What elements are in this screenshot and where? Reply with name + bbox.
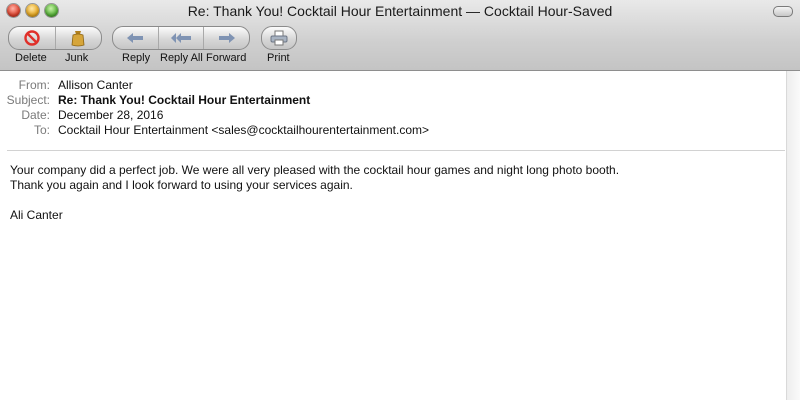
body-line-2: Thank you again and I look forward to us… bbox=[10, 178, 353, 192]
message-body: Your company did a perfect job. We were … bbox=[10, 163, 780, 223]
forward-button[interactable] bbox=[203, 27, 249, 49]
header-divider bbox=[7, 150, 785, 151]
delete-icon bbox=[24, 30, 40, 46]
print-group bbox=[261, 26, 297, 50]
junk-bag-icon bbox=[71, 31, 85, 47]
reply-all-button[interactable] bbox=[157, 27, 204, 49]
signature: Ali Canter bbox=[10, 208, 63, 222]
reply-group bbox=[112, 26, 250, 50]
subject-value: Re: Thank You! Cocktail Hour Entertainme… bbox=[58, 93, 311, 107]
forward-label[interactable]: Forward bbox=[206, 52, 246, 64]
toolbar-toggle-button[interactable] bbox=[773, 6, 793, 17]
delete-label[interactable]: Delete bbox=[15, 52, 47, 64]
from-key: From: bbox=[18, 78, 50, 92]
from-value[interactable]: Allison Canter bbox=[58, 78, 133, 93]
reply-all-arrow-icon bbox=[171, 33, 191, 43]
to-value[interactable]: Cocktail Hour Entertainment <sales@cockt… bbox=[58, 123, 429, 138]
print-label[interactable]: Print bbox=[267, 52, 290, 64]
body-line-1: Your company did a perfect job. We were … bbox=[10, 163, 620, 177]
reply-label[interactable]: Reply bbox=[122, 52, 150, 64]
to-key: To: bbox=[33, 123, 50, 137]
junk-label[interactable]: Junk bbox=[65, 52, 88, 64]
mail-window: Re: Thank You! Cocktail Hour Entertainme… bbox=[0, 0, 800, 400]
date-key: Date: bbox=[21, 108, 50, 122]
forward-arrow-icon bbox=[218, 33, 235, 43]
subject-key: Subject: bbox=[6, 93, 50, 107]
reply-button[interactable] bbox=[113, 27, 158, 49]
print-button[interactable] bbox=[262, 27, 296, 49]
reply-all-label[interactable]: Reply All bbox=[160, 52, 203, 64]
window-chrome: Re: Thank You! Cocktail Hour Entertainme… bbox=[0, 0, 800, 71]
delete-junk-group bbox=[8, 26, 102, 50]
delete-button[interactable] bbox=[9, 27, 55, 49]
vertical-scrollbar[interactable] bbox=[786, 71, 800, 400]
reply-arrow-icon bbox=[127, 33, 144, 43]
date-value: December 28, 2016 bbox=[58, 108, 164, 122]
junk-button[interactable] bbox=[54, 27, 102, 49]
toolbar: Delete Junk Reply Reply All Forward Prin… bbox=[0, 26, 800, 70]
window-title: Re: Thank You! Cocktail Hour Entertainme… bbox=[187, 3, 613, 19]
printer-icon bbox=[270, 30, 288, 46]
